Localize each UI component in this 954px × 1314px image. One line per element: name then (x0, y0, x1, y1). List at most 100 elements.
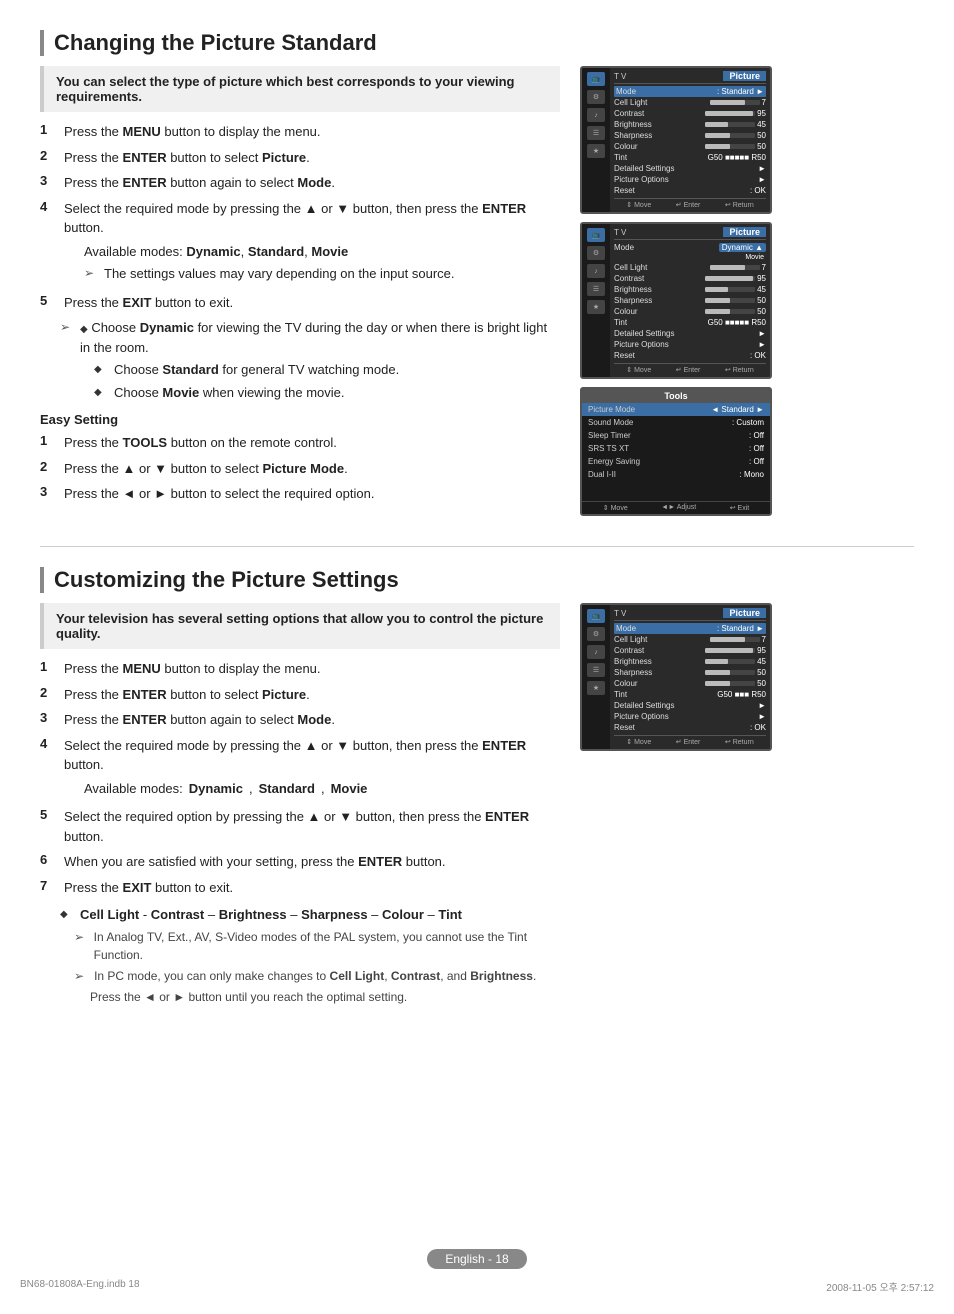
tools-footer: ⇕ Move ◄► Adjust ↩ Exit (582, 501, 770, 514)
tv-icon2b: ⚙ (587, 246, 605, 260)
step5-num: 5 (40, 293, 56, 308)
tv-contrast-value: 95 (705, 109, 766, 118)
tv-brightness-label2: Brightness (614, 285, 652, 294)
easy-step1-num: 1 (40, 433, 56, 448)
tv-brightness-row: Brightness 45 (614, 119, 766, 130)
footer-return4: ↩ Return (725, 738, 754, 746)
tools-soundmode-label: Sound Mode (588, 418, 633, 427)
tv-colour-row4: Colour 50 (614, 678, 766, 689)
tv-cellight-row2: Cell Light 7 (614, 262, 766, 273)
tv-cellight-value2: 7 (710, 263, 766, 272)
tools-sleep-label: Sleep Timer (588, 431, 631, 440)
tools-dual-row: Dual I-II : Mono (582, 468, 770, 481)
step4-text: Select the required mode by pressing the… (64, 201, 526, 236)
tv-tint-value2: G50 ■■■■■ R50 (708, 318, 766, 327)
tv-colour-row2: Colour 50 (614, 306, 766, 317)
bullet3: ◆ Choose Movie when viewing the movie. (60, 383, 560, 403)
tv-footer1: ⇕ Move ↵ Enter ↩ Return (614, 198, 766, 209)
tools-srs-row: SRS TS XT : Off (582, 442, 770, 455)
s2-note-2-text: In PC mode, you can only make changes to… (94, 967, 536, 985)
s2-step7-text: Press the EXIT button to exit. (64, 878, 233, 898)
step3-text: Press the ENTER button again to select M… (64, 173, 335, 193)
tv-sharpness-label: Sharpness (614, 131, 652, 140)
tv-icon3: ♪ (587, 108, 605, 122)
section-divider (40, 546, 914, 547)
tv-icon4e: ☰ (587, 663, 605, 677)
tv-screen1: 📺 ⚙ ♪ ☰ ★ T V Picture Mo (580, 66, 772, 214)
page-footer: English - 18 BN68-01808A-Eng.indb 18 200… (0, 1249, 954, 1294)
step2-num: 2 (40, 148, 56, 163)
tv-contrast-label2: Contrast (614, 274, 644, 283)
s2-notes: ◆ Cell Light - Contrast – Brightness – S… (60, 905, 560, 1006)
tools-picmode-label: Picture Mode (588, 405, 635, 414)
tools-sleep-value: : Off (749, 431, 764, 440)
tv-menu-title1: Picture (723, 71, 766, 81)
tv-picopt-label: Picture Options (614, 175, 669, 184)
step3: 3 Press the ENTER button again to select… (40, 173, 560, 193)
tv-tint-label2: Tint (614, 318, 627, 327)
step4-content: Select the required mode by pressing the… (64, 199, 560, 287)
diamond3-icon: ◆ (94, 385, 108, 403)
tv-sidebar2: 📺 ⚙ ♪ ☰ ★ (582, 224, 610, 377)
tv-sharpness-label4: Sharpness (614, 668, 652, 677)
step4-modes: Available modes: Dynamic, Standard, Movi… (84, 242, 560, 262)
footer-enter2: ↵ Enter (676, 366, 701, 374)
tv-contrast-row4: Contrast 95 (614, 645, 766, 656)
tv-colour-value2: 50 (705, 307, 766, 316)
tv-cellight-value4: 7 (710, 635, 766, 644)
tools-srs-label: SRS TS XT (588, 444, 629, 453)
tv-detailed-row2: Detailed Settings ► (614, 328, 766, 339)
page-number: English - 18 (427, 1249, 526, 1269)
section2-text: Your television has several setting opti… (40, 603, 560, 1009)
tv-colour-label4: Colour (614, 679, 638, 688)
tv-detailed-label: Detailed Settings (614, 164, 674, 173)
footer-return2: ↩ Return (725, 366, 754, 374)
tv-contrast-label: Contrast (614, 109, 644, 118)
section1-text: You can select the type of picture which… (40, 66, 560, 516)
tv-cellight-label: Cell Light (614, 98, 647, 107)
easy-step3-num: 3 (40, 484, 56, 499)
tools-move: ⇕ Move (603, 504, 628, 512)
tv-icon-active4: 📺 (587, 609, 605, 623)
tv-icon-active2: 📺 (587, 228, 605, 242)
tv-sharpness-label2: Sharpness (614, 296, 652, 305)
tv-icon4b: ☰ (587, 282, 605, 296)
s2-step7: 7 Press the EXIT button to exit. (40, 878, 560, 898)
tv-picopt-row: Picture Options ► (614, 174, 766, 185)
tv-label2: T V (614, 228, 626, 237)
tools-energy-value: : Off (749, 457, 764, 466)
tv-colour-value4: 50 (705, 679, 766, 688)
tools-header: Tools (582, 389, 770, 403)
tv-menu-title2: Picture (723, 227, 766, 237)
tv-sharpness-value: 50 (705, 131, 766, 140)
easy-step2-text: Press the ▲ or ▼ button to select Pictur… (64, 459, 348, 479)
footer-enter4: ↵ Enter (676, 738, 701, 746)
spacer2 (60, 383, 88, 403)
tv-screen4: 📺 ⚙ ♪ ☰ ★ T V Picture Mo (580, 603, 772, 751)
screenshots-section2: 📺 ⚙ ♪ ☰ ★ T V Picture Mo (580, 603, 780, 1009)
step1-text: Press the MENU button to display the men… (64, 122, 321, 142)
s2-step4-num: 4 (40, 736, 56, 751)
s2-step3: 3 Press the ENTER button again to select… (40, 710, 560, 730)
tv-picopt-row2: Picture Options ► (614, 339, 766, 350)
tv-mode-dropdown: Dynamic ▲ (719, 243, 766, 252)
easy-step3: 3 Press the ◄ or ► button to select the … (40, 484, 560, 504)
tv-picopt-arrow: ► (758, 175, 766, 184)
tv-detailed-arrow4: ► (758, 701, 766, 710)
tv-brightness-value2: 45 (705, 285, 766, 294)
tv-colour-row: Colour 50 (614, 141, 766, 152)
s2-step3-num: 3 (40, 710, 56, 725)
tv-detailed-row: Detailed Settings ► (614, 163, 766, 174)
s2-step1-text: Press the MENU button to display the men… (64, 659, 321, 679)
s2-step4-text: Select the required mode by pressing the… (64, 738, 526, 773)
tv-reset-row2: Reset : OK (614, 350, 766, 361)
step1-num: 1 (40, 122, 56, 137)
s2-note-main-text: Cell Light - Contrast – Brightness – Sha… (80, 905, 462, 925)
tools-spacer (582, 481, 770, 499)
easy-step2: 2 Press the ▲ or ▼ button to select Pict… (40, 459, 560, 479)
tv-header2: T V Picture (614, 227, 766, 240)
tv-main1: T V Picture Mode : Standard ► Cell Light (610, 68, 770, 212)
tv-brightness-label4: Brightness (614, 657, 652, 666)
s2-step4-sub: Available modes: Dynamic, Standard, Movi… (84, 779, 560, 799)
arrow1-icon: ➢ (60, 318, 74, 357)
